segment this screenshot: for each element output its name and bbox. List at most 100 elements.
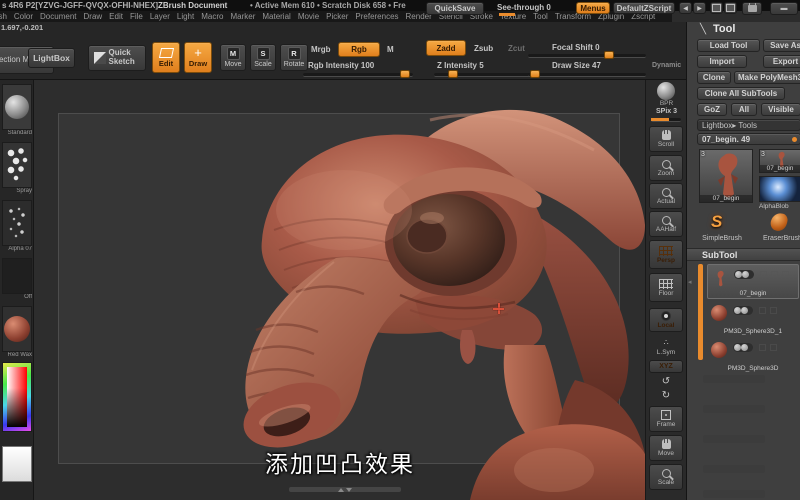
dynamic-toggle[interactable]: Dynamic (652, 62, 681, 69)
material-selector[interactable] (2, 306, 32, 352)
save-as-button[interactable]: Save As (763, 39, 800, 52)
lightbox-button[interactable]: LightBox (28, 48, 75, 68)
menu-preferences[interactable]: Preferences (355, 12, 398, 21)
goz-visible-button[interactable]: Visible (761, 103, 800, 116)
default-zscript-button[interactable]: DefaultZScript (613, 2, 675, 14)
color-gradient-square[interactable] (7, 367, 27, 427)
menu-layer[interactable]: Layer (150, 12, 170, 21)
scroll-down-icon[interactable] (346, 487, 352, 492)
draw-size-slider[interactable] (528, 70, 646, 78)
m-toggle[interactable]: M (387, 45, 394, 54)
alpha-selector[interactable] (2, 200, 32, 246)
subtool-option-icon[interactable] (759, 307, 766, 314)
subtool-option-icon[interactable] (771, 271, 778, 278)
xyz-button[interactable]: XYZ (649, 360, 683, 373)
make-polymesh3d-button[interactable]: Make PolyMesh3D (734, 71, 800, 84)
scroll-button[interactable]: Scroll (649, 126, 683, 152)
panel-collapse-icon[interactable]: ◂ (688, 278, 692, 286)
color-swatch[interactable] (2, 446, 32, 482)
see-through-slider-label[interactable]: See-through 0 (497, 3, 551, 12)
left-tray-toggle-button[interactable]: ◀ (679, 2, 692, 14)
clone-all-subtools-button[interactable]: Clone All SubTools (697, 87, 785, 100)
lock-button[interactable] (742, 2, 762, 15)
y-rotate-button[interactable]: ↺ (649, 376, 683, 388)
menu-color[interactable]: Color (14, 12, 33, 21)
edit-mode-button[interactable]: Edit (152, 42, 180, 73)
texture-selector[interactable] (2, 258, 32, 294)
next-doc-button[interactable] (724, 2, 737, 14)
goz-button[interactable]: GoZ (697, 103, 727, 116)
menu-tool[interactable]: Tool (533, 12, 548, 21)
see-through-slider[interactable] (499, 13, 515, 16)
mrgb-toggle[interactable]: Mrgb (311, 45, 331, 54)
prev-doc-button[interactable] (710, 2, 723, 14)
move-mode-button[interactable]: M Move (220, 44, 246, 71)
canvas-horizontal-scrollbar[interactable] (289, 487, 401, 492)
frame-button[interactable]: Frame (649, 406, 683, 432)
subtool-eye-toggle[interactable] (733, 343, 753, 352)
alpha-blob-thumbnail[interactable] (759, 176, 800, 202)
lsym-button[interactable]: ∴ L.Sym (649, 337, 683, 357)
clone-button[interactable]: Clone (697, 71, 731, 84)
import-button[interactable]: Import (697, 55, 747, 68)
document-canvas[interactable]: 添加凹凸效果 (34, 80, 646, 500)
load-tool-button[interactable]: Load Tool (697, 39, 760, 52)
rotate-mode-button[interactable]: R Rotate (280, 44, 308, 71)
menu-material[interactable]: Material (262, 12, 290, 21)
subtool-item[interactable]: PM3D_Sphere3D_1 (707, 301, 799, 336)
bpr-render-button[interactable] (657, 82, 675, 100)
subtool-header[interactable]: SubTool (687, 248, 800, 261)
menu-marker[interactable]: Marker (230, 12, 255, 21)
focal-shift-knob[interactable] (604, 51, 614, 59)
right-tray-toggle-button[interactable]: ▶ (693, 2, 706, 14)
floor-button[interactable]: Floor (649, 273, 683, 302)
eraserbrush-icon[interactable] (768, 211, 790, 233)
menus-toggle-button[interactable]: Menus (576, 2, 610, 14)
focal-shift-slider[interactable] (528, 51, 646, 59)
local-button[interactable]: Local (649, 308, 683, 332)
draw-size-knob[interactable] (530, 70, 540, 78)
move-3d-button[interactable]: Move (649, 435, 683, 461)
actual-button[interactable]: Actual (649, 183, 683, 209)
menu-edit[interactable]: Edit (109, 12, 123, 21)
subtool-option-icon[interactable] (759, 344, 766, 351)
active-tool-thumbnail[interactable]: 3 07_begin (699, 149, 753, 203)
zcut-toggle[interactable]: Zcut (508, 44, 525, 53)
subtool-option-icon[interactable] (782, 271, 789, 278)
simplebrush-icon[interactable]: S (711, 212, 722, 232)
zsub-toggle[interactable]: Zsub (474, 44, 493, 53)
brush-selector[interactable] (2, 84, 32, 130)
aahalf-button[interactable]: AAHalf (649, 211, 683, 237)
z-rotate-button[interactable]: ↻ (649, 390, 683, 402)
menu-document[interactable]: Document (40, 12, 76, 21)
quicksave-button[interactable]: QuickSave (426, 2, 484, 15)
scale-3d-button[interactable]: Scale (649, 464, 683, 490)
z-intensity-slider[interactable] (434, 70, 534, 78)
z-intensity-label[interactable]: Z Intensity 5 (437, 61, 484, 70)
spix-slider[interactable] (651, 118, 681, 122)
lightbox-tools-bar[interactable]: Lightbox▸ Tools (697, 119, 800, 131)
scroll-up-icon[interactable] (338, 487, 344, 492)
menu-light[interactable]: Light (177, 12, 194, 21)
draw-size-label[interactable]: Draw Size 47 (552, 61, 601, 70)
zoom-button[interactable]: Zoom (649, 155, 683, 181)
menu-draw[interactable]: Draw (84, 12, 103, 21)
menu-movie[interactable]: Movie (298, 12, 319, 21)
subtool-eye-toggle[interactable] (733, 306, 753, 315)
menu-picker[interactable]: Picker (326, 12, 348, 21)
subtool-item-active[interactable]: 07_begin (707, 264, 799, 299)
z-intensity-knob[interactable] (448, 70, 458, 78)
rgb-intensity-slider[interactable] (303, 70, 413, 78)
subtool-option-icon[interactable] (760, 271, 767, 278)
subtool-item[interactable]: PM3D_Sphere3D (707, 338, 799, 373)
focal-shift-label[interactable]: Focal Shift 0 (552, 43, 600, 52)
subtool-eye-toggle[interactable] (734, 270, 754, 279)
quick-sketch-button[interactable]: Quick Sketch (88, 45, 146, 71)
rgb-intensity-knob[interactable] (400, 70, 410, 78)
menu-brush[interactable]: Brush (0, 12, 7, 21)
color-picker[interactable] (2, 362, 32, 432)
subtool-scrollbar[interactable] (698, 264, 703, 360)
menu-macro[interactable]: Macro (201, 12, 223, 21)
draw-mode-button[interactable]: + Draw (184, 42, 212, 73)
persp-button[interactable]: Persp (649, 240, 683, 269)
